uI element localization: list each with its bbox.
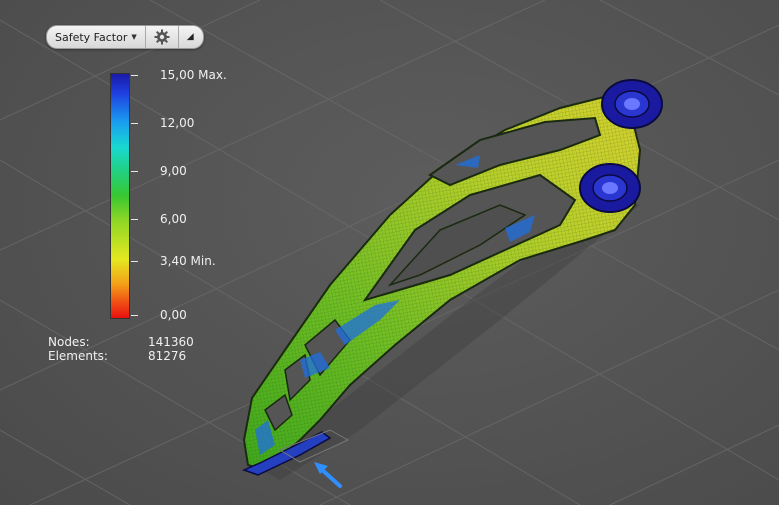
chevron-down-icon: ▼ [131,33,137,41]
colorbar [110,73,130,319]
collapse-button[interactable]: ◢ [179,26,197,48]
load-arrow-icon [314,462,342,488]
3d-viewport[interactable]: Safety Factor ▼ ◢ 15,00 Max. 12,00 9,00 … [0,0,779,505]
tick-mark [131,219,138,220]
elements-value: 81276 [148,349,187,363]
nodes-row: Nodes: 141360 [48,335,208,349]
triangle-up-icon: ◢ [186,32,194,42]
nodes-value: 141360 [148,335,194,349]
elements-row: Elements: 81276 [48,349,208,363]
middle-bushing [579,163,641,213]
gear-icon [154,29,170,45]
legend-min-label: 3,40 Min. [160,254,216,268]
result-type-label: Safety Factor [55,30,128,44]
elements-label: Elements: [48,349,108,363]
legend-max-label: 15,00 Max. [160,68,227,82]
legend-tick-9: 9,00 [160,164,187,178]
nodes-label: Nodes: [48,335,90,349]
legend-tick-6: 6,00 [160,212,187,226]
settings-button[interactable] [146,26,179,48]
legend-tick-12: 12,00 [160,116,195,130]
mesh-stats: Nodes: 141360 Elements: 81276 [48,335,208,363]
tick-mark [131,123,138,124]
legend-zero-label: 0,00 [160,308,187,322]
result-toolbar: Safety Factor ▼ ◢ [46,25,204,49]
tick-mark [131,315,138,316]
top-bushing [601,79,663,129]
tick-mark [131,75,138,76]
tick-mark [131,171,138,172]
tick-mark [131,261,138,262]
result-type-dropdown[interactable]: Safety Factor ▼ [47,26,146,48]
